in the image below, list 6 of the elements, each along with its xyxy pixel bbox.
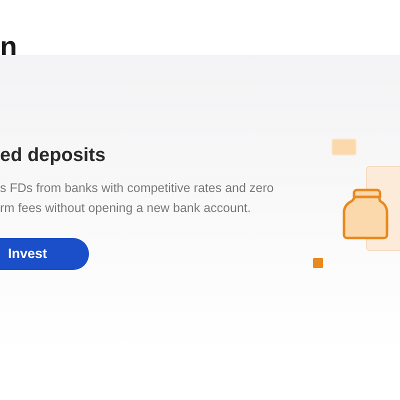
jar-icon bbox=[342, 188, 388, 240]
square-drawing bbox=[313, 258, 323, 268]
hero-title: ed deposits bbox=[0, 145, 107, 168]
hero-description: s FDs from banks with competitive rates and zero rm fees without opening a new bank account. bbox=[0, 180, 274, 217]
invest-button[interactable]: Invest bbox=[0, 238, 89, 270]
tile-drawing bbox=[332, 138, 356, 156]
